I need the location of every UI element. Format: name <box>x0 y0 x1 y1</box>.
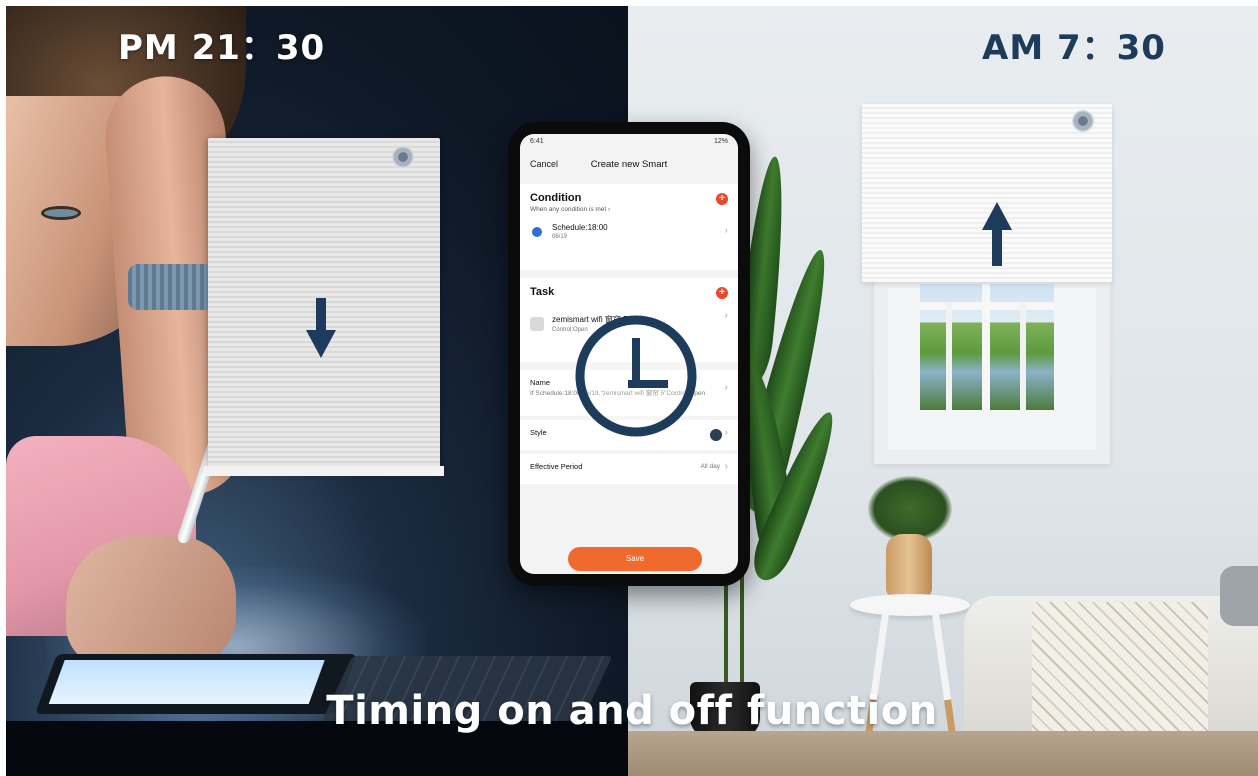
pillow <box>1220 566 1258 626</box>
person-eye <box>41 206 81 220</box>
period-value: All day <box>700 463 720 470</box>
vase <box>886 534 932 600</box>
floor <box>628 731 1258 776</box>
chevron-right-icon: › <box>724 310 728 321</box>
small-plant <box>868 476 952 542</box>
scene: PM 21：30 AM 7：30 6:41 12% Cancel Create … <box>6 6 1258 776</box>
style-color-swatch <box>710 429 722 441</box>
feature-caption: Timing on and off function <box>326 688 938 734</box>
task-title: Task <box>530 286 555 298</box>
status-battery: 12% <box>713 138 728 145</box>
window-bar <box>1020 302 1026 410</box>
arrow-down-icon <box>306 298 336 358</box>
clock-icon <box>575 315 697 437</box>
condition-subtitle[interactable]: When any condition is met › <box>530 206 728 213</box>
writing-hand <box>66 536 236 666</box>
condition-item[interactable]: Schedule:18:00 06/19 › <box>530 213 728 244</box>
period-row[interactable]: Effective Period All day › <box>520 454 738 484</box>
period-label: Effective Period <box>530 462 583 471</box>
condition-item-sub: 06/19 <box>552 234 568 240</box>
screen-title: Create new Smart <box>590 158 668 170</box>
arrow-up-icon <box>982 202 1012 266</box>
shade-sensor-icon <box>1072 110 1094 132</box>
chevron-right-icon: › <box>724 225 728 236</box>
nav-bar: Cancel Create new Smart <box>520 152 738 176</box>
chevron-right-icon: › <box>724 427 728 438</box>
chevron-right-icon: › <box>724 382 728 393</box>
condition-card: Condition When any condition is met › + … <box>520 184 738 270</box>
shade-sensor-icon <box>392 146 414 168</box>
night-time-label: PM 21：30 <box>118 28 326 68</box>
window-mullion <box>982 284 990 410</box>
condition-title: Condition <box>530 192 582 204</box>
schedule-icon <box>532 226 542 237</box>
device-icon <box>530 316 544 331</box>
add-condition-button[interactable]: + <box>716 193 728 205</box>
status-bar: 6:41 12% <box>520 134 738 152</box>
window-bar <box>946 302 952 410</box>
condition-item-title: Schedule:18:00 <box>552 223 608 232</box>
smartwatch <box>128 264 216 310</box>
status-time: 6:41 <box>530 138 544 145</box>
chevron-right-icon: › <box>724 461 728 472</box>
save-button[interactable]: Save <box>568 547 702 571</box>
side-table <box>850 594 970 616</box>
bottom-rail <box>204 466 444 476</box>
morning-time-label: AM 7：30 <box>982 28 1166 68</box>
